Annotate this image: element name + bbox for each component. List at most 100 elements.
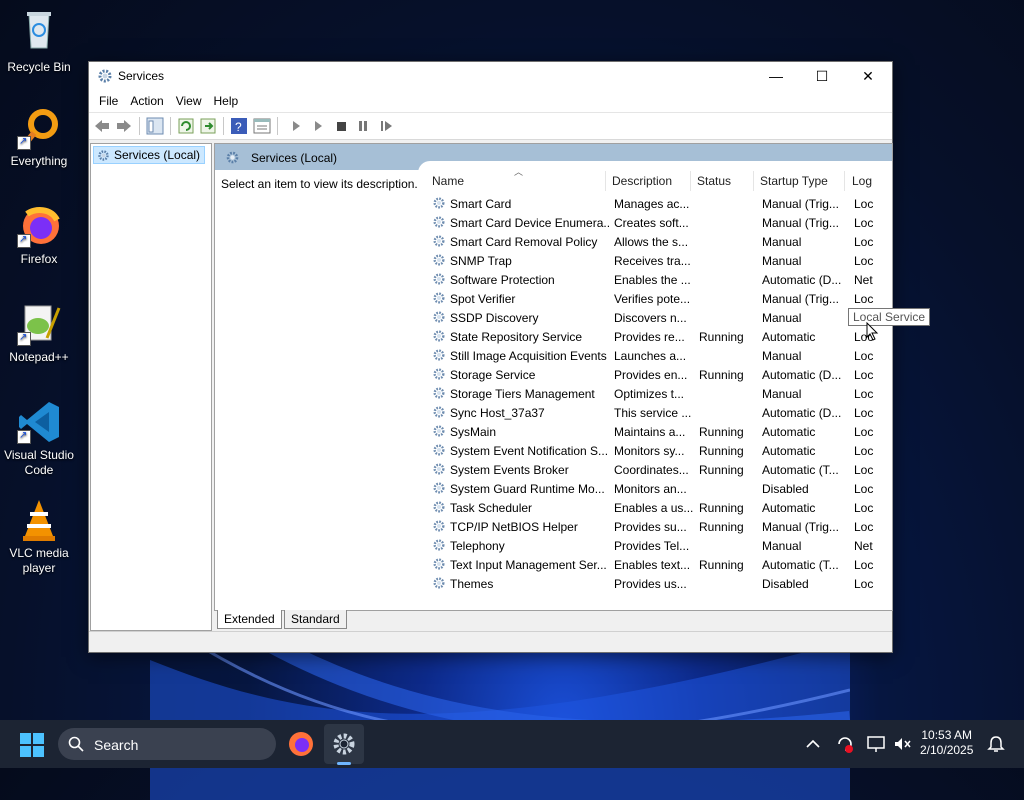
service-row[interactable]: Smart Card Manages ac... Manual (Trig... Lo…	[428, 194, 892, 213]
service-description: Manages ac...	[614, 197, 690, 211]
stop-service-icon[interactable]	[332, 117, 350, 135]
minimize-button[interactable]: —	[753, 62, 799, 90]
sync-alert-icon[interactable]	[835, 734, 855, 754]
column-header-name[interactable]: Name	[432, 174, 464, 188]
service-row[interactable]: Storage Service Provides en... Running Auto…	[428, 365, 892, 384]
column-header-log-on-as[interactable]: Log	[852, 174, 872, 188]
service-row[interactable]: Task Scheduler Enables a us... Running Auto…	[428, 498, 892, 517]
service-status: Running	[699, 558, 744, 572]
maximize-button[interactable]: ☐	[799, 62, 845, 90]
restart-service-icon[interactable]	[377, 117, 395, 135]
service-startup-type: Manual (Trig...	[762, 197, 839, 211]
service-row[interactable]: State Repository Service Provides re... Ru…	[428, 327, 892, 346]
service-gear-icon	[433, 216, 445, 228]
service-name: Sync Host_37a37	[450, 406, 545, 420]
service-startup-type: Automatic (D...	[762, 273, 842, 287]
tree-item-services-local[interactable]: Services (Local)	[93, 146, 206, 164]
desktop-icon-label: Visual Studio Code	[4, 448, 74, 477]
service-log-on-as: Loc	[854, 368, 874, 382]
menu-file[interactable]: File	[93, 90, 124, 112]
column-separator[interactable]	[605, 171, 606, 191]
pause-service-icon[interactable]	[354, 117, 372, 135]
status-bar	[89, 631, 892, 652]
taskbar-search-box[interactable]: Search	[58, 728, 276, 760]
service-row[interactable]: SNMP Trap Receives tra... Manual Loc	[428, 251, 892, 270]
service-startup-type: Automatic (D...	[762, 368, 842, 382]
windows-start-icon[interactable]	[20, 733, 44, 757]
export-list-icon[interactable]	[199, 117, 217, 135]
menu-action[interactable]: Action	[124, 90, 169, 112]
service-name: SNMP Trap	[450, 254, 512, 268]
column-header-description[interactable]: Description	[612, 174, 672, 188]
service-row[interactable]: SysMain Maintains a... Running Automatic Loc	[428, 422, 892, 441]
tree-item-label: Services (Local)	[114, 148, 201, 162]
service-row[interactable]: System Events Broker Coordinates... Runnin…	[428, 460, 892, 479]
refresh-icon[interactable]	[177, 117, 195, 135]
service-row[interactable]: Smart Card Removal Policy Allows the s...…	[428, 232, 892, 251]
column-separator[interactable]	[690, 171, 691, 191]
properties-icon[interactable]	[253, 117, 271, 135]
service-gear-icon	[433, 482, 445, 494]
service-row[interactable]: Software Protection Enables the ... Automa…	[428, 270, 892, 289]
service-row[interactable]: System Guard Runtime Mo... Monitors an...…	[428, 479, 892, 498]
title-bar[interactable]: Services — ☐ ✕	[89, 62, 892, 90]
start-service-alt-icon[interactable]	[309, 117, 327, 135]
column-header-status[interactable]: Status	[697, 174, 731, 188]
back-arrow-icon[interactable]	[93, 117, 111, 135]
tab-extended[interactable]: Extended	[217, 610, 282, 629]
desktop-icon-vscode[interactable]: Visual Studio Code	[2, 400, 76, 478]
chevron-up-icon[interactable]	[803, 734, 823, 754]
service-row[interactable]: TCP/IP NetBIOS Helper Provides su... Runni…	[428, 517, 892, 536]
console-tree-icon[interactable]	[146, 117, 164, 135]
service-log-on-as: Loc	[854, 558, 874, 572]
service-row[interactable]: Storage Tiers Management Optimizes t... Ma…	[428, 384, 892, 403]
desktop-icon-label: Notepad++	[9, 350, 69, 364]
description-panel: Select an item to view its description.	[221, 177, 418, 191]
forward-arrow-icon[interactable]	[115, 117, 133, 135]
window-title: Services	[118, 69, 165, 83]
service-log-on-as: Loc	[854, 501, 874, 515]
service-log-on-as: Loc	[854, 406, 874, 420]
service-row[interactable]: Text Input Management Ser... Enables text…	[428, 555, 892, 574]
desktop-icon-vlc[interactable]: VLC media player	[2, 498, 76, 576]
network-icon[interactable]	[866, 734, 886, 754]
column-separator[interactable]	[753, 171, 754, 191]
notification-bell-icon[interactable]	[986, 734, 1006, 754]
service-name: Still Image Acquisition Events	[450, 349, 607, 363]
service-startup-type: Disabled	[762, 482, 809, 496]
help-icon[interactable]: ?	[230, 117, 248, 135]
desktop-icon-firefox[interactable]: Firefox	[2, 204, 76, 267]
column-header-startup-type[interactable]: Startup Type	[760, 174, 828, 188]
active-app-indicator	[337, 762, 351, 765]
service-log-on-as: Loc	[854, 216, 874, 230]
service-row[interactable]: Sync Host_37a37 This service ... Automatic…	[428, 403, 892, 422]
service-row[interactable]: Themes Provides us... Disabled Loc	[428, 574, 892, 593]
service-row[interactable]: SSDP DiscoveryDiscovers n...ManualLoc	[428, 308, 892, 327]
desktop-icon-recycle-bin[interactable]: Recycle Bin	[2, 8, 76, 75]
desktop-icon-notepadpp[interactable]: Notepad++	[2, 302, 76, 365]
menu-view[interactable]: View	[170, 90, 208, 112]
service-name: Spot Verifier	[450, 292, 516, 306]
service-row[interactable]: System Event Notification S... Monitors s…	[428, 441, 892, 460]
service-log-on-as: Loc	[854, 197, 874, 211]
column-separator[interactable]	[844, 171, 845, 191]
service-row[interactable]: Smart Card Device Enumera... Creates soft…	[428, 213, 892, 232]
close-button[interactable]: ✕	[845, 62, 891, 90]
menu-help[interactable]: Help	[208, 90, 245, 112]
taskbar-firefox-icon[interactable]	[283, 726, 319, 762]
service-row[interactable]: Still Image Acquisition Events Launches a…	[428, 346, 892, 365]
service-row[interactable]: Spot Verifier Verifies pote... Manual (Tri…	[428, 289, 892, 308]
clock-date: 2/10/2025	[920, 743, 974, 757]
desktop-icon-everything[interactable]: Everything	[2, 106, 76, 169]
service-log-on-as: Net	[854, 273, 873, 287]
service-gear-icon	[433, 292, 445, 304]
system-clock[interactable]: 10:53 AM 2/10/2025	[920, 728, 973, 758]
toolbar-separator	[170, 117, 171, 135]
service-status: Running	[699, 463, 744, 477]
tab-standard[interactable]: Standard	[284, 610, 347, 629]
service-gear-icon	[433, 577, 445, 589]
start-service-icon[interactable]	[287, 117, 305, 135]
service-row[interactable]: Telephony Provides Tel... Manual Net	[428, 536, 892, 555]
service-gear-icon	[433, 273, 445, 285]
volume-muted-icon[interactable]	[892, 734, 912, 754]
